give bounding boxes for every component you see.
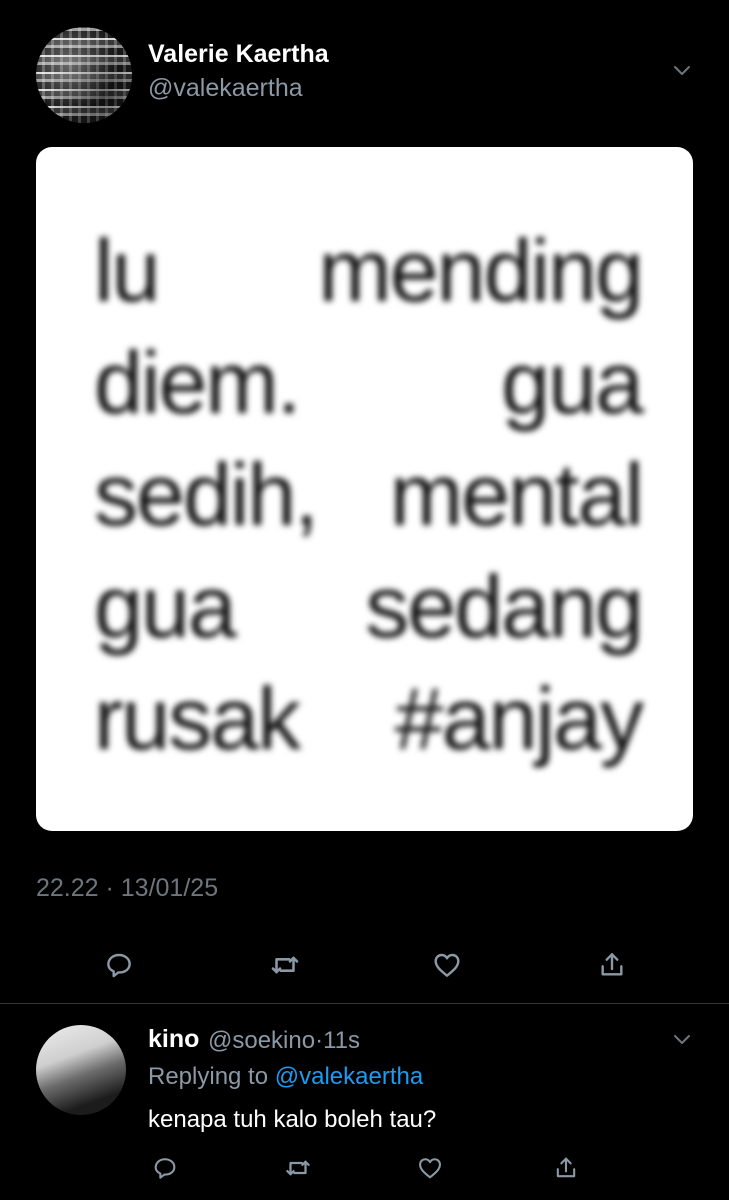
user-handle[interactable]: @valekaertha bbox=[148, 74, 303, 103]
image-text-line: lu mending bbox=[94, 221, 644, 320]
reply-meta: @soekino·11s bbox=[208, 1027, 360, 1055]
replying-to: Replying to @valekaertha bbox=[148, 1063, 423, 1091]
reply-button[interactable] bbox=[145, 1148, 185, 1188]
user-handle[interactable]: @soekino bbox=[208, 1027, 315, 1054]
chevron-down-icon[interactable] bbox=[670, 1027, 694, 1051]
like-button[interactable] bbox=[427, 945, 467, 985]
like-button[interactable] bbox=[410, 1148, 450, 1188]
reply-text: kenapa tuh kalo boleh tau? bbox=[148, 1106, 437, 1133]
image-text-line: rusak #anjay bbox=[94, 669, 644, 768]
heart-icon bbox=[419, 1158, 441, 1179]
avatar[interactable] bbox=[36, 1025, 126, 1115]
avatar[interactable] bbox=[36, 27, 132, 123]
display-name[interactable]: kino bbox=[148, 1025, 199, 1054]
tweet-timestamp: 22.22 · 13/01/25 bbox=[36, 874, 219, 902]
tweet-image-text: lu mending diem. gua sedih, mental gua s… bbox=[94, 215, 644, 775]
chevron-down-icon[interactable] bbox=[670, 58, 694, 82]
meta-separator: · bbox=[315, 1027, 324, 1054]
retweet-button[interactable] bbox=[265, 945, 305, 985]
image-text-line: gua sedang bbox=[94, 557, 644, 656]
reply-age: 11s bbox=[323, 1027, 361, 1054]
reply-icon bbox=[107, 953, 131, 978]
replying-to-label: Replying to bbox=[148, 1063, 269, 1090]
share-icon bbox=[601, 953, 623, 976]
reply-button[interactable] bbox=[99, 945, 139, 985]
share-button[interactable] bbox=[546, 1148, 586, 1188]
retweet-icon bbox=[271, 956, 299, 974]
image-text-line: sedih, mental bbox=[94, 445, 644, 544]
retweet-button[interactable] bbox=[278, 1148, 318, 1188]
display-name[interactable]: Valerie Kaertha bbox=[148, 40, 329, 69]
image-text-line: diem. gua bbox=[94, 333, 644, 432]
retweet-icon bbox=[286, 1160, 310, 1176]
divider bbox=[0, 1003, 729, 1004]
tweet-image[interactable]: lu mending diem. gua sedih, mental gua s… bbox=[36, 147, 693, 831]
share-button[interactable] bbox=[592, 945, 632, 985]
reply-icon bbox=[154, 1158, 176, 1179]
share-icon bbox=[556, 1157, 576, 1178]
replying-to-mention[interactable]: @valekaertha bbox=[275, 1063, 423, 1090]
heart-icon bbox=[434, 953, 460, 977]
